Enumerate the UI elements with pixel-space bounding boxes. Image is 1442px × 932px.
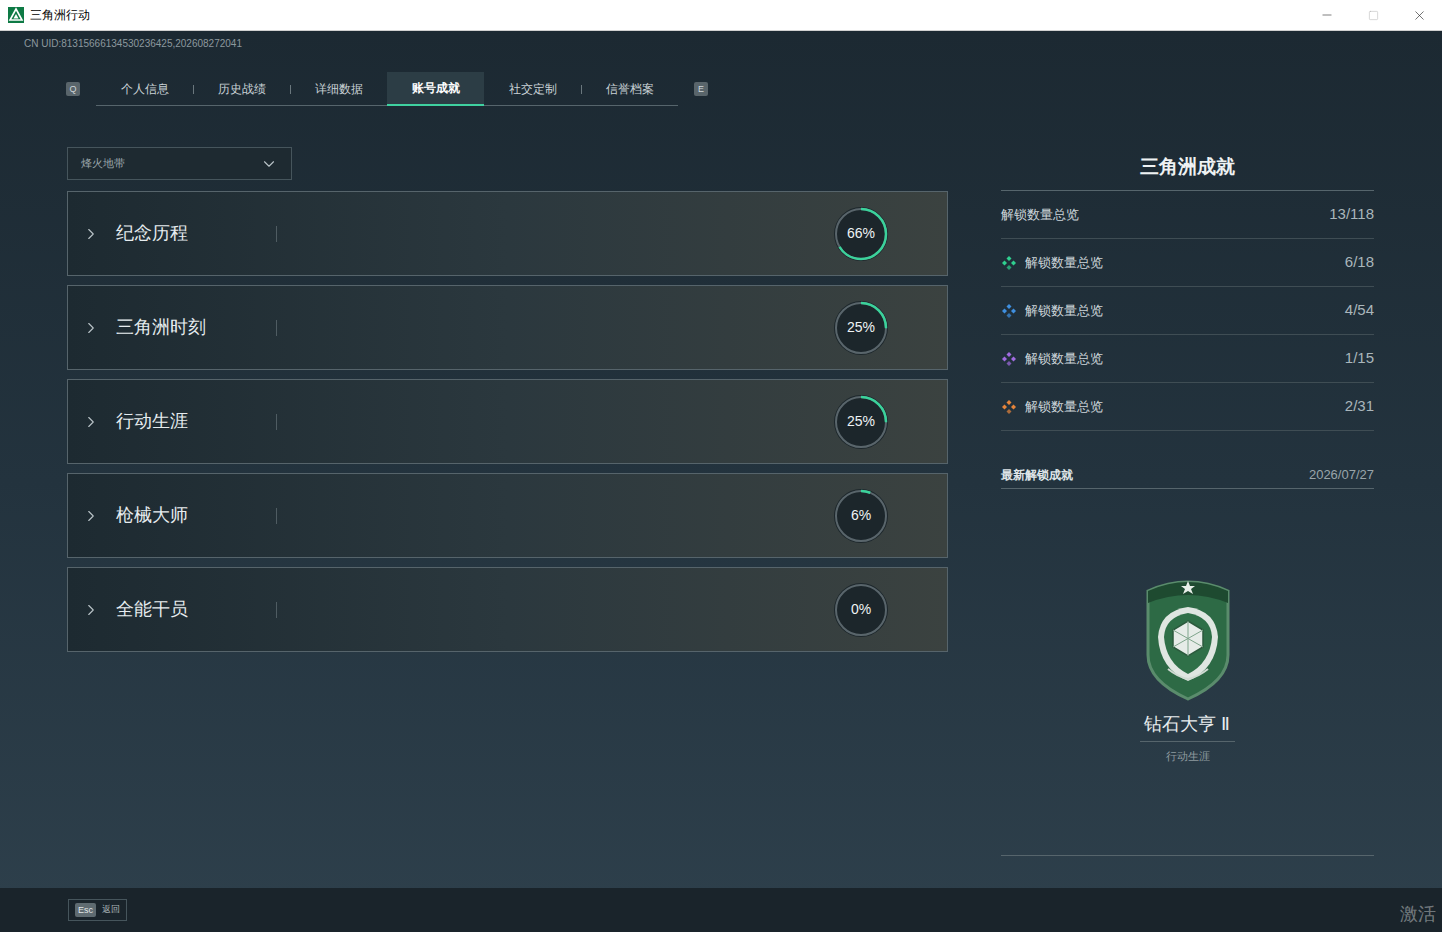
tab[interactable]: 详细数据 — [290, 72, 387, 106]
minimize-icon — [1320, 8, 1334, 22]
category-name: 全能干员 — [116, 596, 276, 623]
content: 烽火地带纪念历程 66% 三角洲时刻 25% 行动生涯 25% 枪械大师 6% 全能干员 0% 三角… — [0, 147, 1442, 856]
chevron-right-icon — [82, 225, 100, 243]
chevron-right-icon — [82, 507, 100, 525]
row-divider — [276, 508, 277, 524]
tier-icon — [1001, 255, 1017, 271]
tab-separator — [193, 85, 194, 94]
chevron-right-icon — [82, 601, 100, 619]
progress-ring: 25% — [833, 394, 889, 450]
summary-tier-row: 解锁数量总览4/54 — [1001, 287, 1374, 335]
latest-header: 最新解锁成就2026/07/27 — [1001, 465, 1374, 489]
maximize-icon — [1368, 10, 1379, 21]
achievement-badge-icon — [1140, 577, 1236, 701]
latest-achievement[interactable]: 钻石大亨 Ⅱ 行动生涯 — [1001, 489, 1374, 856]
app-logo-icon — [8, 7, 24, 23]
close-icon — [1412, 8, 1427, 23]
category-row[interactable]: 纪念历程 66% — [67, 191, 948, 276]
category-row[interactable]: 三角洲时刻 25% — [67, 285, 948, 370]
progress-ring: 6% — [833, 488, 889, 544]
progress-ring: 66% — [833, 206, 889, 262]
chevron-right-icon — [82, 319, 100, 337]
row-divider — [276, 320, 277, 336]
category-column: 烽火地带纪念历程 66% 三角洲时刻 25% 行动生涯 25% 枪械大师 6% 全能干员 0% — [67, 147, 948, 856]
tier-icon — [1001, 351, 1017, 367]
uid-text: CN UID:81315666134530236425,202608272041 — [0, 31, 1442, 50]
tier-icon — [1001, 399, 1017, 415]
mode-dropdown[interactable]: 烽火地带 — [67, 147, 292, 180]
summary-title: 三角洲成就 — [1001, 147, 1374, 191]
summary-tier-row: 解锁数量总览2/31 — [1001, 383, 1374, 431]
minimize-button[interactable] — [1304, 0, 1350, 31]
category-row[interactable]: 全能干员 0% — [67, 567, 948, 652]
summary-panel: 三角洲成就解锁数量总览13/118解锁数量总览6/18解锁数量总览4/54解锁数… — [1001, 147, 1374, 856]
category-name: 纪念历程 — [116, 220, 276, 247]
tab-separator — [581, 85, 582, 94]
summary-tier-row: 解锁数量总览6/18 — [1001, 239, 1374, 287]
bottom-bar: Esc返回 — [0, 888, 1442, 932]
category-name: 三角洲时刻 — [116, 314, 276, 341]
tab[interactable]: 账号成就 — [387, 72, 484, 106]
tab[interactable]: 社交定制 — [484, 72, 581, 106]
tab[interactable]: 个人信息 — [96, 72, 193, 106]
maximize-button[interactable] — [1350, 0, 1396, 31]
tab[interactable]: 历史战绩 — [193, 72, 290, 106]
tier-icon — [1001, 303, 1017, 319]
main-area: CN UID:81315666134530236425,202608272041… — [0, 31, 1442, 932]
category-name: 枪械大师 — [116, 502, 276, 529]
achievement-category: 行动生涯 — [1166, 748, 1210, 765]
activation-watermark: 激活 — [1400, 901, 1436, 928]
row-divider — [276, 226, 277, 242]
summary-total-row: 解锁数量总览13/118 — [1001, 191, 1374, 239]
app-window: 三角洲行动 CN UID:81315666134530236425,2026082… — [0, 0, 1442, 932]
tab[interactable]: 信誉档案 — [581, 72, 678, 106]
chevron-right-icon — [82, 413, 100, 431]
chevron-down-icon — [260, 155, 278, 173]
next-tab-key[interactable]: E — [694, 82, 708, 96]
tab-bar: Q 个人信息历史战绩详细数据账号成就社交定制信誉档案 E — [66, 72, 1442, 106]
window-title: 三角洲行动 — [30, 6, 90, 24]
back-button[interactable]: Esc返回 — [68, 899, 127, 921]
summary-tier-row: 解锁数量总览1/15 — [1001, 335, 1374, 383]
progress-ring: 0% — [833, 582, 889, 638]
category-row[interactable]: 行动生涯 25% — [67, 379, 948, 464]
row-divider — [276, 602, 277, 618]
progress-ring: 25% — [833, 300, 889, 356]
title-bar: 三角洲行动 — [0, 0, 1442, 31]
category-row[interactable]: 枪械大师 6% — [67, 473, 948, 558]
category-name: 行动生涯 — [116, 408, 276, 435]
prev-tab-key[interactable]: Q — [66, 82, 80, 96]
row-divider — [276, 414, 277, 430]
close-button[interactable] — [1396, 0, 1442, 31]
achievement-name: 钻石大亨 Ⅱ — [1140, 711, 1234, 742]
tab-separator — [290, 85, 291, 94]
